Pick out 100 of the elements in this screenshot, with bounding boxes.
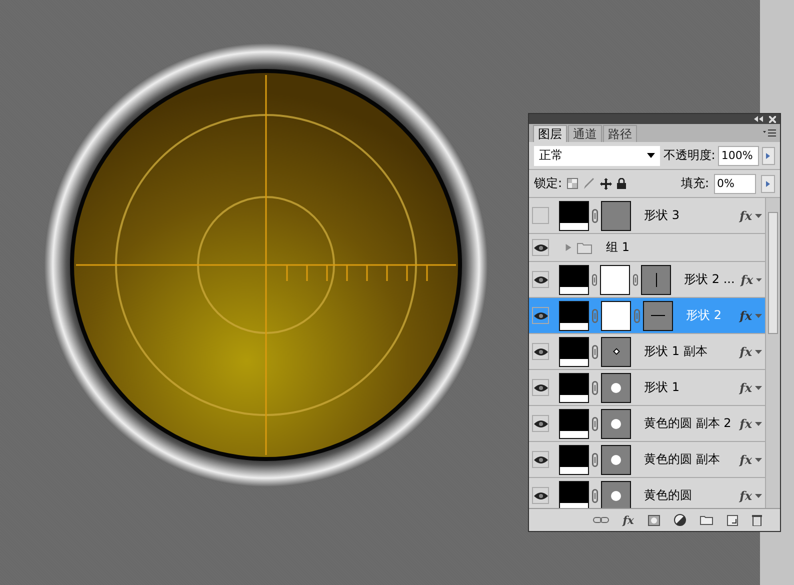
visibility-toggle[interactable] [532, 307, 549, 324]
layer-row[interactable]: 形状 1 副本 fx [529, 334, 765, 370]
visibility-toggle[interactable] [532, 343, 549, 360]
effects-icon[interactable]: fx [740, 380, 752, 394]
eye-icon [534, 492, 548, 500]
dropdown-arrow-icon[interactable] [755, 458, 762, 462]
mask-icon[interactable] [648, 514, 660, 526]
link-icon [592, 416, 598, 430]
dropdown-arrow-icon [647, 153, 656, 158]
layer-name: 组 1 [606, 239, 630, 256]
eye-icon [534, 244, 548, 252]
dropdown-arrow-icon[interactable] [755, 314, 762, 318]
effects-icon[interactable]: fx [740, 488, 752, 502]
adjustment-icon[interactable] [674, 514, 686, 526]
eye-icon [534, 276, 548, 284]
link-icon [592, 272, 598, 286]
eye-icon [534, 384, 548, 392]
fill-layer-thumbnail [559, 264, 589, 294]
vector-mask-thumbnail [601, 336, 631, 366]
dropdown-arrow-icon[interactable] [755, 494, 762, 498]
folder-icon[interactable] [700, 515, 713, 525]
add-style-button[interactable]: fx [622, 514, 634, 526]
effects-icon[interactable]: fx [740, 208, 752, 222]
opacity-slider-button[interactable] [762, 146, 775, 164]
new-layer-icon[interactable] [727, 514, 738, 526]
link-icon [592, 380, 598, 394]
lock-icon[interactable] [617, 178, 626, 189]
link-icon [592, 308, 598, 322]
layer-group-row[interactable]: 组 1 [529, 234, 765, 262]
fill-layer-thumbnail [559, 408, 589, 438]
link-icon [592, 344, 598, 358]
collapse-icon[interactable] [754, 116, 763, 122]
effects-icon[interactable]: fx [740, 416, 752, 430]
visibility-toggle[interactable] [532, 239, 549, 256]
visibility-toggle[interactable] [532, 379, 549, 396]
panel-menu-icon[interactable] [763, 129, 776, 137]
visibility-toggle[interactable] [532, 487, 549, 504]
vector-mask-thumbnail [601, 480, 631, 508]
layer-row[interactable]: 黄色的圆 副本 2 fx [529, 406, 765, 442]
trash-icon[interactable] [752, 514, 762, 526]
layer-name: 黄色的圆 副本 [644, 451, 720, 468]
panel-tab[interactable]: 图层 [533, 125, 567, 142]
layer-name: 形状 3 [644, 207, 680, 224]
layer-name: 形状 1 [644, 379, 680, 396]
layer-name: 形状 1 副本 [644, 343, 708, 360]
vector-mask-thumbnail [641, 264, 672, 294]
dropdown-arrow-icon[interactable] [755, 422, 762, 426]
layer-row[interactable]: 形状 3 fx [529, 198, 765, 234]
effects-icon[interactable]: fx [740, 452, 752, 466]
fill-label: 填充: [680, 175, 709, 192]
panel-tab[interactable]: 路径 [603, 125, 637, 142]
dropdown-arrow-icon[interactable] [755, 350, 762, 354]
scrollbar[interactable] [765, 198, 780, 508]
opacity-field[interactable]: 100% [718, 146, 759, 166]
layer-row[interactable]: 黄色的圆 fx [529, 478, 765, 508]
link-icon [634, 308, 640, 322]
eye-icon [534, 348, 548, 356]
vector-mask-thumbnail [601, 408, 631, 438]
effects-icon[interactable]: fx [740, 308, 752, 322]
vector-mask-thumbnail [601, 200, 631, 230]
layer-name: 形状 2 ... [684, 271, 735, 288]
link-icon [592, 488, 598, 502]
visibility-toggle[interactable] [532, 207, 549, 224]
effects-icon[interactable]: fx [740, 344, 752, 358]
link-icon [592, 452, 598, 466]
effects-icon[interactable]: fx [740, 272, 754, 286]
eye-icon [534, 312, 548, 320]
layer-name: 黄色的圆 [644, 487, 692, 504]
eye-icon [534, 420, 548, 428]
vector-mask-thumbnail [601, 372, 631, 402]
dropdown-arrow-icon[interactable] [756, 278, 762, 282]
close-icon[interactable] [769, 116, 776, 122]
layer-row[interactable]: 形状 1 fx [529, 370, 765, 406]
dropdown-arrow-icon[interactable] [755, 214, 762, 218]
vector-mask-thumbnail [643, 300, 673, 330]
lock-transparency-icon[interactable] [567, 178, 578, 189]
move-icon[interactable] [600, 178, 612, 190]
fill-slider-button[interactable] [761, 174, 775, 192]
link-icon[interactable] [592, 516, 609, 524]
arrow-right-icon [766, 180, 770, 186]
fill-layer-thumbnail [559, 372, 589, 402]
link-icon [592, 208, 598, 222]
fill-field[interactable]: 0% [714, 174, 756, 194]
panel-tab[interactable]: 通道 [568, 125, 602, 142]
layer-row[interactable]: 形状 2 ... fx [529, 262, 765, 298]
visibility-toggle[interactable] [532, 451, 549, 468]
link-icon [633, 272, 638, 286]
visibility-toggle[interactable] [532, 271, 549, 288]
dropdown-arrow-icon[interactable] [755, 386, 762, 390]
layer-row[interactable]: 形状 2 fx [529, 298, 765, 334]
layer-row[interactable]: 黄色的圆 副本 fx [529, 442, 765, 478]
arrow-right-icon [766, 152, 770, 158]
visibility-toggle[interactable] [532, 415, 549, 432]
fill-layer-thumbnail [559, 336, 589, 366]
blend-mode-dropdown[interactable]: 正常 [534, 146, 660, 166]
fill-layer-thumbnail [559, 200, 589, 230]
fill-layer-thumbnail [559, 300, 589, 330]
layer-name: 形状 2 [686, 307, 722, 324]
eye-icon [534, 456, 548, 464]
layer-name: 黄色的圆 副本 2 [644, 415, 732, 432]
